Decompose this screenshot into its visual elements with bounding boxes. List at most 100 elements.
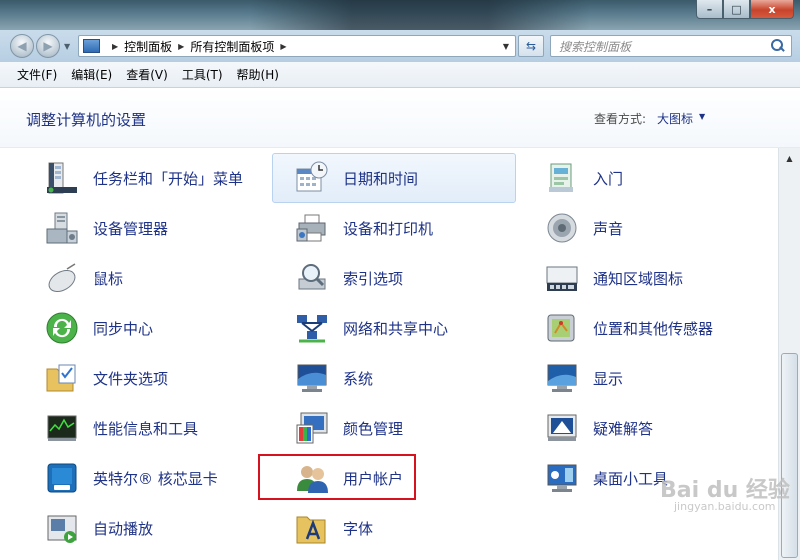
notification-area-icon [545, 261, 579, 295]
chevron-right-icon[interactable]: ▶ [112, 42, 118, 51]
item-label: 同步中心 [93, 319, 154, 338]
item-sync-center[interactable]: 同步中心 [22, 303, 266, 353]
item-display[interactable]: 显示 [522, 353, 766, 403]
control-panel-icon [83, 39, 100, 53]
item-label: 日期和时间 [343, 169, 419, 188]
item-label: 任务栏和「开始」菜单 [93, 169, 244, 188]
sync-icon [45, 311, 79, 345]
item-indexing-options[interactable]: 索引选项 [272, 253, 516, 303]
breadcrumb-control-panel[interactable]: 控制面板 [124, 38, 172, 55]
item-label: 鼠标 [93, 269, 124, 288]
arrow-right-icon: ▶ [43, 39, 53, 53]
address-dropdown-icon[interactable]: ▼ [503, 42, 509, 51]
item-label: 文件夹选项 [93, 369, 169, 388]
item-label: 颜色管理 [343, 419, 404, 438]
item-sound[interactable]: 声音 [522, 203, 766, 253]
item-date-time[interactable]: 日期和时间 [272, 153, 516, 203]
menu-view[interactable]: 查看(V) [119, 66, 175, 83]
item-intel-graphics[interactable]: 英特尔® 核芯显卡 [22, 453, 266, 503]
item-label: 字体 [343, 519, 374, 538]
system-icon [295, 361, 329, 395]
item-label: 入门 [593, 169, 624, 188]
item-label: 声音 [593, 219, 624, 238]
menu-edit[interactable]: 编辑(E) [64, 66, 119, 83]
chevron-right-icon[interactable]: ▶ [280, 42, 286, 51]
display-icon [545, 361, 579, 395]
item-notification-area-icons[interactable]: 通知区域图标 [522, 253, 766, 303]
item-label: 英特尔® 核芯显卡 [93, 469, 218, 488]
item-folder-options[interactable]: 文件夹选项 [22, 353, 266, 403]
item-getting-started[interactable]: 入门 [522, 153, 766, 203]
forward-button[interactable]: ▶ [36, 34, 60, 58]
item-label: 性能信息和工具 [93, 419, 199, 438]
window-controls: – □ x [696, 0, 794, 20]
search-icon[interactable] [769, 38, 785, 54]
item-taskbar-start-menu[interactable]: 任务栏和「开始」菜单 [22, 153, 266, 203]
item-label: 索引选项 [343, 269, 404, 288]
speaker-icon [545, 211, 579, 245]
navigation-bar: ◀ ▶ ▼ ▶ 控制面板 ▶ 所有控制面板项 ▶ ▼ ⇆ 搜索控制面板 [0, 30, 800, 62]
index-search-icon [295, 261, 329, 295]
color-management-icon [295, 411, 329, 445]
item-label: 自动播放 [93, 519, 154, 538]
menu-tools[interactable]: 工具(T) [175, 66, 230, 83]
chevron-right-icon[interactable]: ▶ [178, 42, 184, 51]
item-mouse[interactable]: 鼠标 [22, 253, 266, 303]
chevron-down-icon[interactable]: ▼ [699, 112, 705, 121]
breadcrumb-all-items[interactable]: 所有控制面板项 [190, 38, 274, 55]
address-bar[interactable]: ▶ 控制面板 ▶ 所有控制面板项 ▶ ▼ [78, 35, 516, 57]
item-label: 网络和共享中心 [343, 319, 449, 338]
item-device-manager[interactable]: 设备管理器 [22, 203, 266, 253]
printer-icon [295, 211, 329, 245]
search-input[interactable]: 搜索控制面板 [550, 35, 792, 57]
item-performance[interactable]: 性能信息和工具 [22, 403, 266, 453]
close-button[interactable]: x [750, 0, 794, 19]
device-manager-icon [45, 211, 79, 245]
item-label: 通知区域图标 [593, 269, 684, 288]
item-label: 设备和打印机 [343, 219, 434, 238]
troubleshooting-icon [545, 411, 579, 445]
item-troubleshooting[interactable]: 疑难解答 [522, 403, 766, 453]
item-label: 位置和其他传感器 [593, 319, 714, 338]
item-label: 系统 [343, 369, 374, 388]
view-by-dropdown[interactable]: 大图标 [657, 110, 693, 127]
intel-graphics-icon [45, 461, 79, 495]
back-button[interactable]: ◀ [10, 34, 34, 58]
title-bar: – □ x [0, 0, 800, 30]
item-fonts[interactable]: 字体 [272, 503, 516, 553]
menu-file[interactable]: 文件(F) [10, 66, 64, 83]
taskbar-icon [45, 161, 79, 195]
item-autoplay[interactable]: 自动播放 [22, 503, 266, 553]
menu-help[interactable]: 帮助(H) [230, 66, 286, 83]
desktop-gadgets-icon [545, 461, 579, 495]
watermark-url: jingyan.baidu.com [674, 500, 776, 513]
item-label: 设备管理器 [93, 219, 169, 238]
menu-bar: 文件(F) 编辑(E) 查看(V) 工具(T) 帮助(H) [0, 62, 800, 88]
item-system[interactable]: 系统 [272, 353, 516, 403]
maximize-button[interactable]: □ [723, 0, 750, 19]
item-color-management[interactable]: 颜色管理 [272, 403, 516, 453]
highlight-box [258, 454, 416, 500]
performance-icon [45, 411, 79, 445]
item-label: 显示 [593, 369, 624, 388]
location-sensor-icon [545, 311, 579, 345]
view-by-label: 查看方式: [594, 112, 647, 126]
item-network-sharing-center[interactable]: 网络和共享中心 [272, 303, 516, 353]
item-devices-printers[interactable]: 设备和打印机 [272, 203, 516, 253]
minimize-button[interactable]: – [696, 0, 723, 19]
item-label: 桌面小工具 [593, 469, 669, 488]
refresh-icon: ⇆ [525, 39, 537, 53]
item-location-sensors[interactable]: 位置和其他传感器 [522, 303, 766, 353]
fonts-icon [295, 511, 329, 545]
getting-started-icon [545, 161, 579, 195]
refresh-button[interactable]: ⇆ [518, 35, 544, 57]
scroll-up-button[interactable]: ▲ [781, 150, 798, 167]
content-header: 调整计算机的设置 查看方式: 大图标 ▼ [0, 88, 800, 148]
calendar-clock-icon [295, 161, 329, 195]
page-title: 调整计算机的设置 [26, 111, 147, 129]
autoplay-icon [45, 511, 79, 545]
scrollbar-thumb[interactable] [781, 353, 798, 558]
network-icon [295, 311, 329, 345]
arrow-left-icon: ◀ [17, 39, 27, 53]
recent-pages-dropdown[interactable]: ▼ [64, 42, 70, 51]
